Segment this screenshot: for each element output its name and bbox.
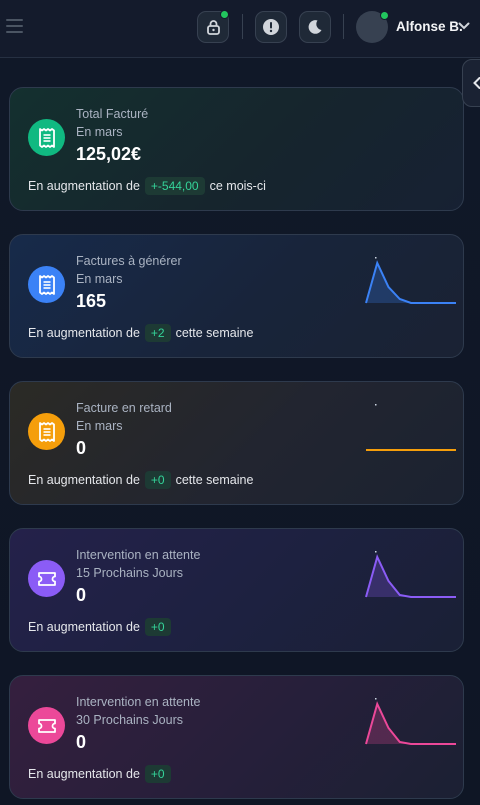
card-icon-badge	[28, 707, 65, 744]
sparkline-marker	[375, 257, 377, 259]
receipt-icon	[38, 127, 55, 148]
card-value: 0	[76, 732, 87, 752]
trend-badge: +0	[144, 618, 171, 636]
sparkline-chart	[366, 404, 456, 451]
card-subtitle: En mars	[76, 419, 123, 433]
collapse-sidebar-button[interactable]	[462, 59, 480, 107]
trend-badge: +2	[144, 324, 171, 342]
trend-line: En augmentation de +2 cette semaine	[28, 324, 253, 342]
trend-line: En augmentation de +0	[28, 618, 176, 636]
stat-card[interactable]: Intervention en attente 30 Prochains Jour…	[9, 675, 464, 799]
sparkline-chart	[365, 698, 456, 745]
card-value: 0	[76, 585, 87, 605]
card-icon-badge	[28, 266, 65, 303]
chevron-left-icon	[473, 77, 480, 89]
trend-line: En augmentation de +-544,00 ce mois-ci	[28, 177, 266, 195]
trend-suffix: cette semaine	[175, 473, 254, 487]
card-title: Facture en retard	[76, 401, 172, 415]
dashboard-main: Total Facturé En mars 125,02€ En augmentati…	[0, 59, 480, 805]
trend-prefix: En augmentation de	[28, 179, 140, 193]
trend-prefix: En augmentation de	[28, 326, 140, 340]
card-value: 0	[76, 438, 87, 458]
sparkline-chart	[365, 257, 456, 304]
top-bar: Alfonse B.	[0, 0, 480, 58]
divider	[242, 14, 243, 39]
card-subtitle: En mars	[76, 272, 123, 286]
ticket-icon	[37, 718, 56, 733]
card-subtitle: 15 Prochains Jours	[76, 566, 184, 580]
trend-badge: +-544,00	[144, 177, 205, 195]
lock-icon	[206, 20, 220, 35]
divider	[343, 14, 344, 39]
sparkline-chart	[365, 551, 456, 598]
card-icon-badge	[28, 560, 65, 597]
card-title: Total Facturé	[76, 107, 149, 121]
alert-icon	[263, 19, 279, 35]
card-subtitle: En mars	[76, 125, 123, 139]
ticket-icon	[37, 571, 56, 586]
menu-icon[interactable]	[6, 19, 23, 33]
sparkline-marker	[375, 551, 377, 553]
trend-prefix: En augmentation de	[28, 620, 140, 634]
receipt-icon	[38, 421, 55, 442]
trend-badge: +0	[144, 471, 171, 489]
card-subtitle: 30 Prochains Jours	[76, 713, 184, 727]
sparkline-marker	[375, 404, 377, 406]
stat-card[interactable]: Intervention en attente 15 Prochains Jour…	[9, 528, 464, 652]
card-icon-badge	[28, 119, 65, 156]
trend-line: En augmentation de +0	[28, 765, 176, 783]
trend-prefix: En augmentation de	[28, 473, 140, 487]
trend-prefix: En augmentation de	[28, 767, 140, 781]
card-title: Intervention en attente	[76, 548, 201, 562]
trend-suffix: cette semaine	[175, 326, 254, 340]
sparkline-marker	[375, 698, 377, 700]
trend-line: En augmentation de +0 cette semaine	[28, 471, 253, 489]
card-icon-badge	[28, 413, 65, 450]
trend-badge: +0	[144, 765, 171, 783]
alert-button[interactable]	[255, 11, 287, 43]
status-dot	[220, 10, 229, 19]
card-value: 165	[76, 291, 107, 311]
receipt-icon	[38, 274, 55, 295]
theme-toggle-button[interactable]	[299, 11, 331, 43]
online-status-dot	[380, 11, 389, 20]
stat-card[interactable]: Total Facturé En mars 125,02€ En augmentati…	[9, 87, 464, 211]
card-title: Factures à générer	[76, 254, 182, 268]
card-title: Intervention en attente	[76, 695, 201, 709]
stat-card[interactable]: Facture en retard En mars 0 En augmentation…	[9, 381, 464, 505]
user-name[interactable]: Alfonse B.	[396, 19, 463, 34]
trend-suffix: ce mois-ci	[209, 179, 266, 193]
chevron-down-icon[interactable]	[458, 22, 470, 30]
stat-card[interactable]: Factures à générer En mars 165 En augmentat…	[9, 234, 464, 358]
moon-icon	[308, 20, 322, 34]
card-value: 125,02€	[76, 144, 142, 164]
